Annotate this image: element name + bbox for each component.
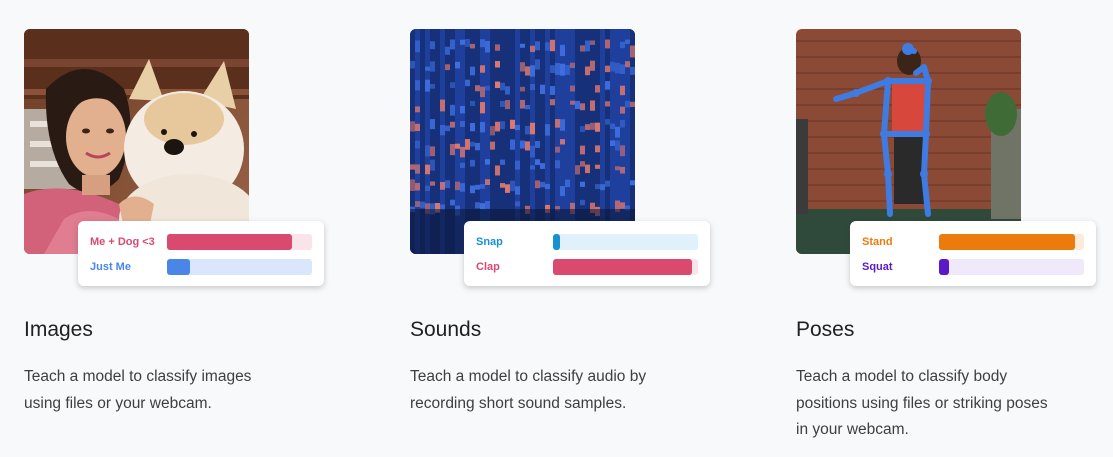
prediction-label: Stand: [862, 236, 893, 248]
confidence-bar-fill: [167, 259, 191, 275]
prediction-row-squat: Squat: [850, 257, 1096, 277]
card-description: Teach a model to classify body positions…: [796, 364, 1106, 444]
sounds-prediction-panel: Snap Clap: [464, 221, 710, 286]
confidence-bar-track: [553, 234, 698, 250]
confidence-bar-track: [939, 234, 1084, 250]
confidence-bar-fill: [167, 234, 292, 250]
sounds-card[interactable]: Snap Clap Sounds Teach a model to classi…: [410, 0, 730, 457]
card-title[interactable]: Poses: [796, 316, 854, 344]
description-line: Teach a model to classify images: [24, 368, 252, 385]
images-prediction-panel: Me + Dog <3 Just Me: [78, 221, 324, 286]
poses-prediction-panel: Stand Squat: [850, 221, 1096, 286]
prediction-label: Me + Dog <3: [90, 236, 155, 248]
confidence-bar-track: [553, 259, 698, 275]
prediction-row-stand: Stand: [850, 232, 1096, 252]
confidence-bar-fill: [939, 259, 950, 275]
confidence-bar-track: [939, 259, 1084, 275]
description-line: using files or your webcam.: [24, 394, 212, 412]
prediction-row-just-me: Just Me: [78, 257, 324, 277]
description-line: in your webcam.: [796, 421, 909, 438]
prediction-row-me-dog: Me + Dog <3: [78, 232, 324, 252]
confidence-bar-track: [167, 259, 312, 275]
prediction-row-clap: Clap: [464, 257, 710, 277]
confidence-bar-track: [167, 234, 312, 250]
card-title[interactable]: Sounds: [410, 316, 481, 344]
description-line: Teach a model to classify body: [796, 368, 1008, 385]
confidence-bar-fill: [553, 234, 561, 250]
poses-card[interactable]: Stand Squat Poses Teach a model to class…: [796, 0, 1113, 457]
project-types-section: Me + Dog <3 Just Me Images Teach a model…: [0, 0, 1113, 457]
prediction-label: Squat: [862, 261, 893, 273]
description-line: recording short sound samples.: [410, 394, 627, 412]
card-description: Teach a model to classify audio by recor…: [410, 364, 720, 417]
confidence-bar-fill: [553, 259, 693, 275]
description-line: positions using files or striking poses: [796, 394, 1048, 412]
description-line: Teach a model to classify audio by: [410, 368, 647, 385]
prediction-label: Just Me: [90, 261, 131, 273]
card-description: Teach a model to classify images using f…: [24, 364, 334, 417]
card-title[interactable]: Images: [24, 316, 93, 344]
prediction-label: Clap: [476, 261, 500, 273]
confidence-bar-fill: [939, 234, 1076, 250]
prediction-label: Snap: [476, 236, 503, 248]
prediction-row-snap: Snap: [464, 232, 710, 252]
images-card[interactable]: Me + Dog <3 Just Me Images Teach a model…: [24, 0, 344, 457]
